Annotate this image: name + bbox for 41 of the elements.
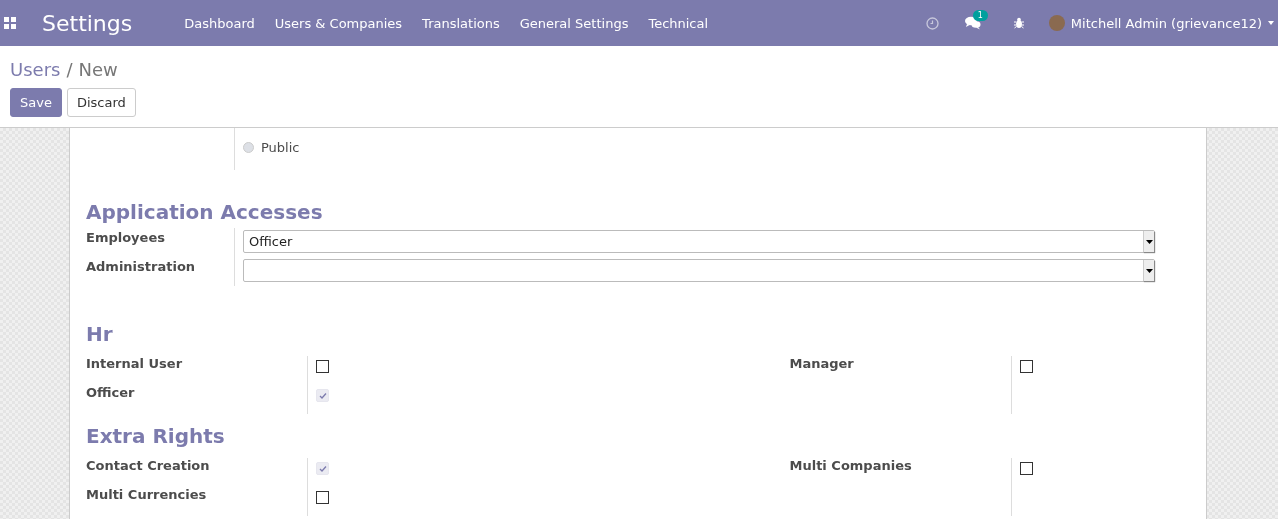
menu-item[interactable]: General Settings xyxy=(509,15,639,31)
section-heading: Extra Rights xyxy=(86,424,226,448)
breadcrumb-current: New xyxy=(78,59,118,82)
section-heading: Hr xyxy=(86,322,114,346)
apps-grid-icon[interactable] xyxy=(4,17,16,29)
checkbox[interactable] xyxy=(1019,360,1033,373)
menu-item[interactable]: Technical xyxy=(638,15,719,31)
radio-button[interactable] xyxy=(243,142,254,153)
user-name[interactable]: Mitchell Admin (grievance12) xyxy=(1070,15,1262,31)
notification-badge: 1 xyxy=(972,10,988,21)
caret-icon[interactable] xyxy=(1268,21,1274,25)
save-button[interactable]: Save xyxy=(10,88,62,117)
checkmark-icon xyxy=(318,464,327,473)
discard-button[interactable]: Discard xyxy=(66,88,136,117)
field-label: Administration xyxy=(86,258,197,276)
menu-item[interactable]: Dashboard xyxy=(174,15,265,31)
field-label: Manager xyxy=(789,356,855,373)
field-label: Employees xyxy=(86,229,166,247)
caret-icon xyxy=(1145,268,1153,273)
select-field[interactable]: Officer xyxy=(243,230,1155,253)
breadcrumb-link[interactable]: Users xyxy=(10,59,61,87)
field-label: Multi Companies xyxy=(789,458,913,475)
field-label: Multi Currencies xyxy=(86,487,208,504)
clock-icon[interactable] xyxy=(925,16,939,30)
checkbox[interactable] xyxy=(1019,462,1033,475)
section-heading: Application Accesses xyxy=(86,200,324,224)
checkmark-icon xyxy=(318,391,327,400)
breadcrumb-separator: / xyxy=(66,59,73,82)
field-label: Contact Creation xyxy=(86,458,211,475)
caret-icon xyxy=(1145,239,1153,244)
checkbox[interactable] xyxy=(316,360,329,373)
radio-label[interactable]: Public xyxy=(261,140,300,155)
menu-item[interactable]: Users & Companies xyxy=(264,15,413,31)
bug-icon[interactable] xyxy=(1012,17,1025,29)
select-field[interactable] xyxy=(243,259,1155,282)
field-label: Officer xyxy=(86,385,136,402)
menu-item[interactable]: Translations xyxy=(412,15,510,31)
avatar xyxy=(1048,15,1065,31)
app-title: Settings xyxy=(42,10,133,36)
field-label: Internal User xyxy=(86,356,184,373)
checkbox[interactable] xyxy=(316,491,329,504)
